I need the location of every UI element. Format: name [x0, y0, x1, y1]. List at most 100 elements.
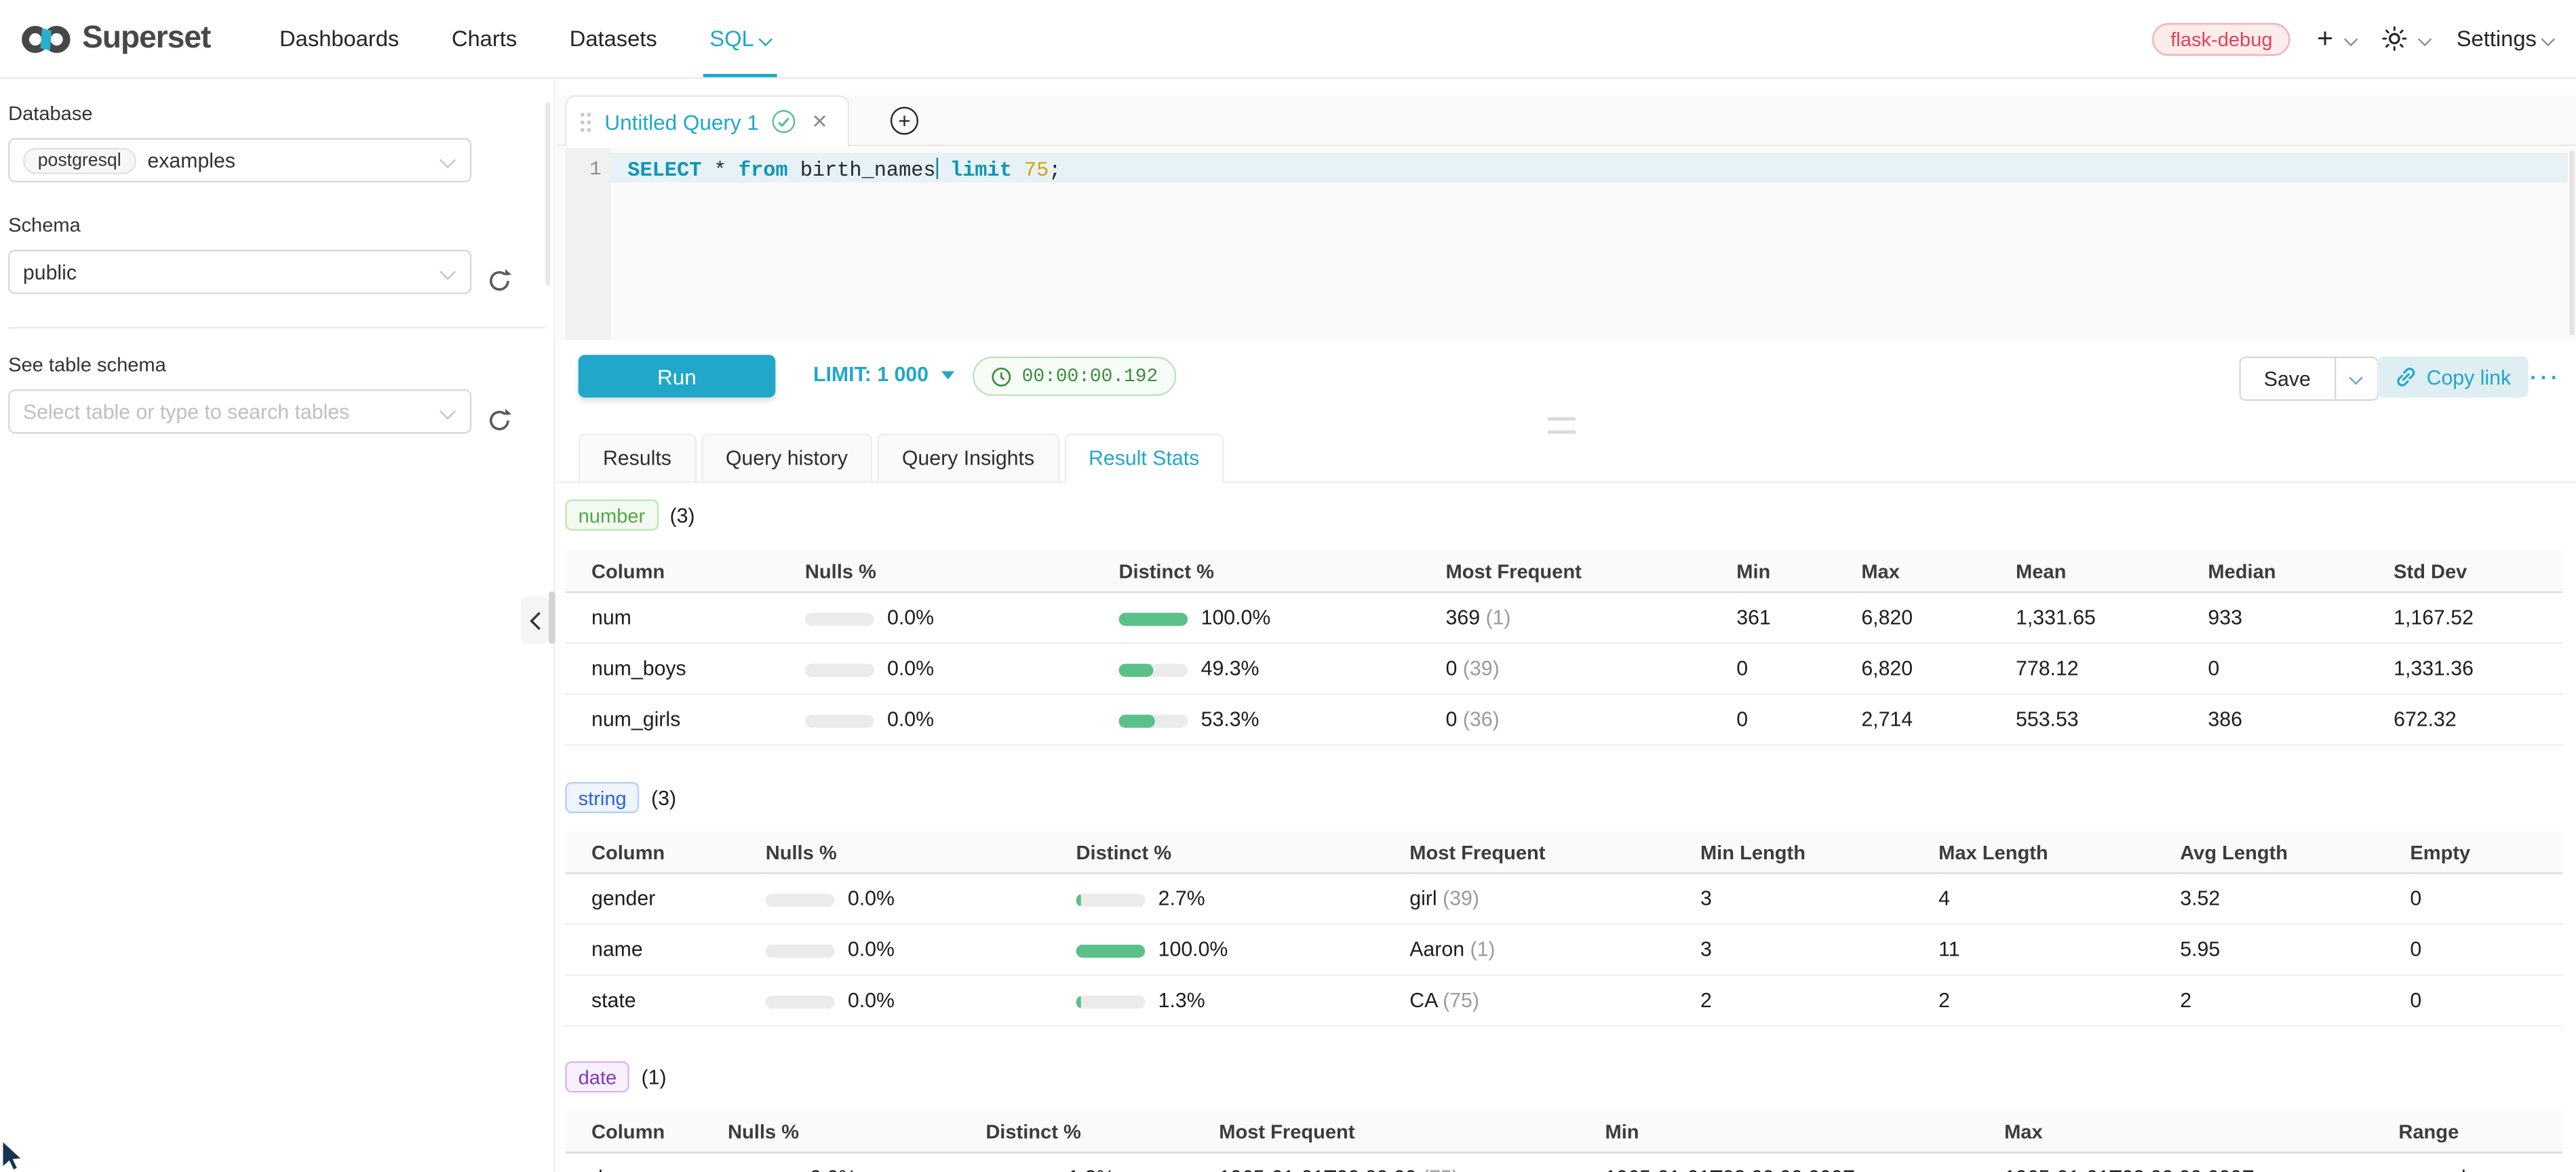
table-header-row: Column Nulls % Distinct % Most Frequent … [565, 550, 2562, 592]
string-count: (3) [651, 786, 676, 809]
distinct-bar [1076, 894, 1146, 907]
more-options-button[interactable]: ··· [2530, 357, 2561, 398]
database-select[interactable]: postgresql examples [8, 138, 471, 182]
col-header-column: Column [565, 832, 766, 874]
add-tab-button[interactable]: + [891, 106, 918, 134]
refresh-tables-icon[interactable] [486, 408, 513, 434]
number-stats-table: Column Nulls % Distinct % Most Frequent … [565, 550, 2562, 745]
sql-lab-page: Superset Dashboards Charts Datasets SQL … [0, 0, 2576, 1172]
cell-mean: 553.53 [2016, 694, 2208, 745]
distinct-bar [1119, 664, 1188, 677]
refresh-schema-icon[interactable] [486, 268, 513, 294]
cell-column: gender [565, 873, 766, 924]
cell-most-frequent: 1965-01-01T00:00:00 (75) [1219, 1152, 1605, 1172]
copy-link-button[interactable]: Copy link [2377, 357, 2529, 398]
cell-distinct: 2.7% [1076, 873, 1410, 924]
settings-menu[interactable]: Settings [2457, 26, 2553, 51]
col-header-most-frequent: Most Frequent [1409, 832, 1700, 874]
schema-label: Schema [8, 214, 81, 237]
caret-down-icon [941, 370, 954, 378]
cell-most-frequent: 0 (36) [1446, 694, 1737, 745]
cell-column: num_girls [565, 694, 805, 745]
cell-mean: 778.12 [2016, 643, 2208, 694]
cell-max-length: 4 [1938, 873, 2180, 924]
save-options-caret[interactable] [2334, 358, 2377, 399]
tab-query-history[interactable]: Query history [701, 433, 873, 483]
col-header-min: Min [1605, 1110, 2004, 1152]
cell-median: 933 [2208, 592, 2394, 643]
cell-column: name [565, 924, 766, 975]
cell-distinct: 1.3% [1076, 975, 1410, 1026]
close-tab-icon[interactable]: ✕ [811, 110, 827, 133]
table-select[interactable]: Select table or type to search tables [8, 389, 471, 433]
table-row: ds 0.0% 1.3% 1965-01-01T00:00:00 (75) 19… [565, 1152, 2562, 1172]
schema-select[interactable]: public [8, 250, 471, 294]
nav-charts[interactable]: Charts [425, 0, 543, 77]
cell-min: 1965-01-01T03:00:00.000Z [1605, 1152, 2004, 1172]
cell-min: 361 [1736, 592, 1861, 643]
cell-std-dev: 1,331.36 [2394, 643, 2562, 694]
resize-handle[interactable] [1548, 417, 1576, 433]
cell-empty: 0 [2410, 924, 2562, 975]
pane-divider-handle[interactable] [549, 591, 555, 644]
new-item-button[interactable]: + [2317, 22, 2356, 55]
tab-query-insights[interactable]: Query Insights [878, 433, 1059, 483]
drag-handle-icon[interactable] [580, 111, 591, 132]
superset-logo[interactable]: Superset [21, 20, 210, 56]
cell-column: num_boys [565, 643, 805, 694]
cell-avg-length: 2 [2180, 975, 2410, 1026]
col-header-empty: Empty [2410, 832, 2562, 874]
nav-dashboards[interactable]: Dashboards [253, 0, 425, 77]
date-section-header: date (1) [565, 1061, 2576, 1093]
table-row: name 0.0% 100.0% Aaron (1) 3 11 5.95 0 [565, 924, 2562, 975]
cell-min-length: 3 [1700, 873, 1938, 924]
editor-scrollbar[interactable] [2569, 151, 2574, 335]
table-header-row: Column Nulls % Distinct % Most Frequent … [565, 1110, 2562, 1152]
chevron-down-icon [440, 404, 456, 420]
date-stats-table: Column Nulls % Distinct % Most Frequent … [565, 1110, 2562, 1172]
col-header-min-length: Min Length [1700, 832, 1938, 874]
save-button[interactable]: Save [2239, 357, 2378, 401]
tab-results[interactable]: Results [579, 433, 697, 483]
col-header-nulls: Nulls % [805, 550, 1119, 592]
navbar-right: flask-debug + Settings [2153, 22, 2553, 55]
table-select-placeholder: Select table or type to search tables [23, 400, 349, 423]
nav-datasets[interactable]: Datasets [543, 0, 684, 77]
col-header-median: Median [2208, 550, 2394, 592]
string-section-header: string (3) [565, 782, 2576, 813]
nav-sql[interactable]: SQL [684, 0, 797, 77]
cell-nulls: 0.0% [766, 873, 1076, 924]
cell-min: 0 [1736, 694, 1861, 745]
elapsed-time: 00:00:00.192 [1022, 366, 1158, 387]
collapse-sidebar-button[interactable] [521, 596, 549, 644]
type-badge-number: number [565, 499, 658, 530]
sun-icon [2383, 26, 2407, 51]
run-button[interactable]: Run [579, 355, 776, 397]
table-row: num 0.0% 100.0% 369 (1) 361 6,820 1,331.… [565, 592, 2562, 643]
col-header-range: Range [2398, 1110, 2562, 1152]
theme-toggle-button[interactable] [2383, 26, 2430, 51]
limit-dropdown[interactable]: LIMIT: 1 000 [813, 363, 955, 386]
nulls-bar [766, 945, 835, 958]
nulls-bar [805, 715, 874, 728]
date-count: (1) [642, 1066, 667, 1089]
brand-name: Superset [82, 20, 210, 56]
cell-max: 1965-01-01T03:00:00.000Z [2004, 1152, 2398, 1172]
nulls-bar [805, 612, 874, 625]
cell-distinct: 1.3% [985, 1152, 1219, 1172]
cell-max: 2,714 [1861, 694, 2016, 745]
cell-distinct: 100.0% [1119, 592, 1446, 643]
chevron-down-icon [2344, 32, 2358, 46]
nulls-bar [766, 996, 835, 1009]
chevron-down-icon [440, 152, 456, 168]
database-label: Database [8, 102, 92, 125]
chevron-down-icon [2541, 32, 2556, 46]
results-tabs: Results Query history Query Insights Res… [557, 432, 2576, 483]
table-row: num_girls 0.0% 53.3% 0 (36) 0 2,714 553.… [565, 694, 2562, 745]
col-header-min: Min [1736, 550, 1861, 592]
query-tab[interactable]: Untitled Query 1 ✕ [565, 95, 849, 146]
cell-median: 0 [2208, 643, 2394, 694]
tab-result-stats[interactable]: Result Stats [1064, 433, 1224, 483]
sidebar-scrollbar[interactable] [545, 102, 550, 286]
sql-editor[interactable]: 1 SELECT * from birth_names limit 75; [557, 148, 2576, 340]
